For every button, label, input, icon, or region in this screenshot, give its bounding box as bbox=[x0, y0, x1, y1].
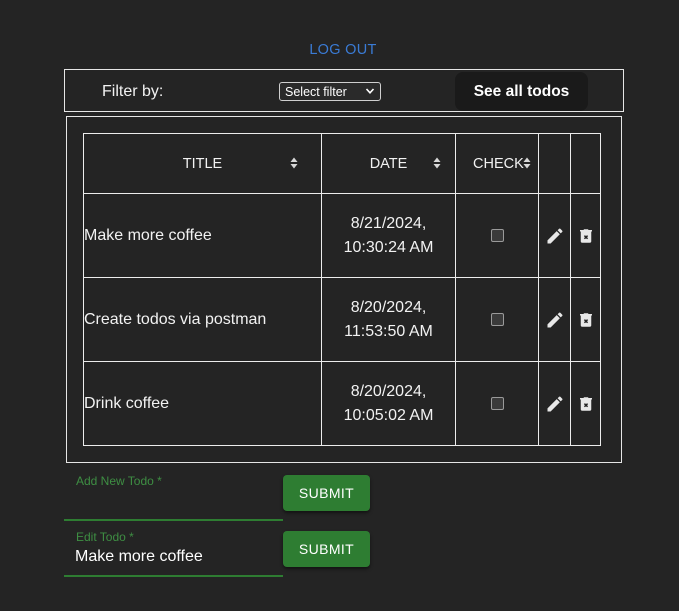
trash-icon[interactable] bbox=[577, 394, 595, 414]
todo-title: Drink coffee bbox=[83, 361, 322, 446]
todo-date-time: 10:05:02 AM bbox=[343, 406, 434, 424]
header-edit bbox=[538, 133, 571, 194]
pencil-icon[interactable] bbox=[545, 394, 565, 414]
edit-cell bbox=[538, 193, 571, 278]
edit-cell bbox=[538, 361, 571, 446]
pencil-icon[interactable] bbox=[545, 310, 565, 330]
header-check[interactable]: CHECK bbox=[455, 133, 539, 194]
header-date[interactable]: DATE bbox=[321, 133, 456, 194]
todo-date: 8/20/2024, 11:53:50 AM bbox=[321, 277, 456, 362]
delete-cell bbox=[570, 361, 601, 446]
todo-title: Create todos via postman bbox=[83, 277, 322, 362]
header-check-label: CHECK bbox=[473, 155, 524, 172]
table-row: Drink coffee 8/20/2024, 10:05:02 AM bbox=[83, 361, 601, 446]
todo-checkbox[interactable] bbox=[490, 228, 504, 242]
trash-icon[interactable] bbox=[577, 226, 595, 246]
edit-todo-submit-button[interactable]: SUBMIT bbox=[283, 531, 370, 567]
see-all-todos-button[interactable]: See all todos bbox=[455, 72, 588, 111]
todo-title: Make more coffee bbox=[83, 193, 322, 278]
chevron-down-icon bbox=[365, 88, 375, 94]
edit-cell bbox=[538, 277, 571, 362]
add-todo-field[interactable]: Add New Todo * bbox=[64, 470, 283, 521]
todo-date-day: 8/20/2024, bbox=[350, 298, 427, 316]
header-title[interactable]: TITLE bbox=[83, 133, 322, 194]
filter-select-value: Select filter bbox=[285, 84, 347, 99]
filter-select[interactable]: Select filter bbox=[279, 82, 381, 101]
header-delete bbox=[570, 133, 601, 194]
todo-check-cell bbox=[455, 361, 539, 446]
edit-todo-input[interactable]: Make more coffee bbox=[75, 548, 203, 566]
edit-todo-field[interactable]: Edit Todo * Make more coffee bbox=[64, 526, 283, 577]
todos-table: TITLE DATE CHECK Make more coffee 8/21/2… bbox=[83, 133, 601, 446]
table-row: Create todos via postman 8/20/2024, 11:5… bbox=[83, 277, 601, 362]
logout-link[interactable]: LOG OUT bbox=[0, 42, 679, 58]
delete-cell bbox=[570, 193, 601, 278]
sort-icon[interactable] bbox=[433, 157, 441, 169]
todo-date-day: 8/21/2024, bbox=[350, 214, 427, 232]
todo-date: 8/20/2024, 10:05:02 AM bbox=[321, 361, 456, 446]
edit-todo-label: Edit Todo * bbox=[76, 530, 134, 544]
todo-check-cell bbox=[455, 193, 539, 278]
filter-bar: Filter by: Select filter See all todos bbox=[64, 69, 624, 112]
table-row: Make more coffee 8/21/2024, 10:30:24 AM bbox=[83, 193, 601, 278]
sort-icon[interactable] bbox=[290, 157, 298, 169]
todo-date-time: 10:30:24 AM bbox=[343, 238, 434, 256]
todo-checkbox[interactable] bbox=[490, 312, 504, 326]
delete-cell bbox=[570, 277, 601, 362]
todo-date-day: 8/20/2024, bbox=[350, 382, 427, 400]
header-title-label: TITLE bbox=[182, 155, 223, 172]
todo-checkbox[interactable] bbox=[490, 396, 504, 410]
todo-date-time: 11:53:50 AM bbox=[344, 322, 433, 340]
add-todo-label: Add New Todo * bbox=[76, 474, 162, 488]
trash-icon[interactable] bbox=[577, 310, 595, 330]
filter-label: Filter by: bbox=[102, 83, 164, 100]
add-todo-submit-button[interactable]: SUBMIT bbox=[283, 475, 370, 511]
sort-icon[interactable] bbox=[523, 157, 531, 169]
table-header-row: TITLE DATE CHECK bbox=[83, 133, 601, 194]
todo-date: 8/21/2024, 10:30:24 AM bbox=[321, 193, 456, 278]
todo-check-cell bbox=[455, 277, 539, 362]
header-date-label: DATE bbox=[369, 155, 408, 172]
pencil-icon[interactable] bbox=[545, 226, 565, 246]
